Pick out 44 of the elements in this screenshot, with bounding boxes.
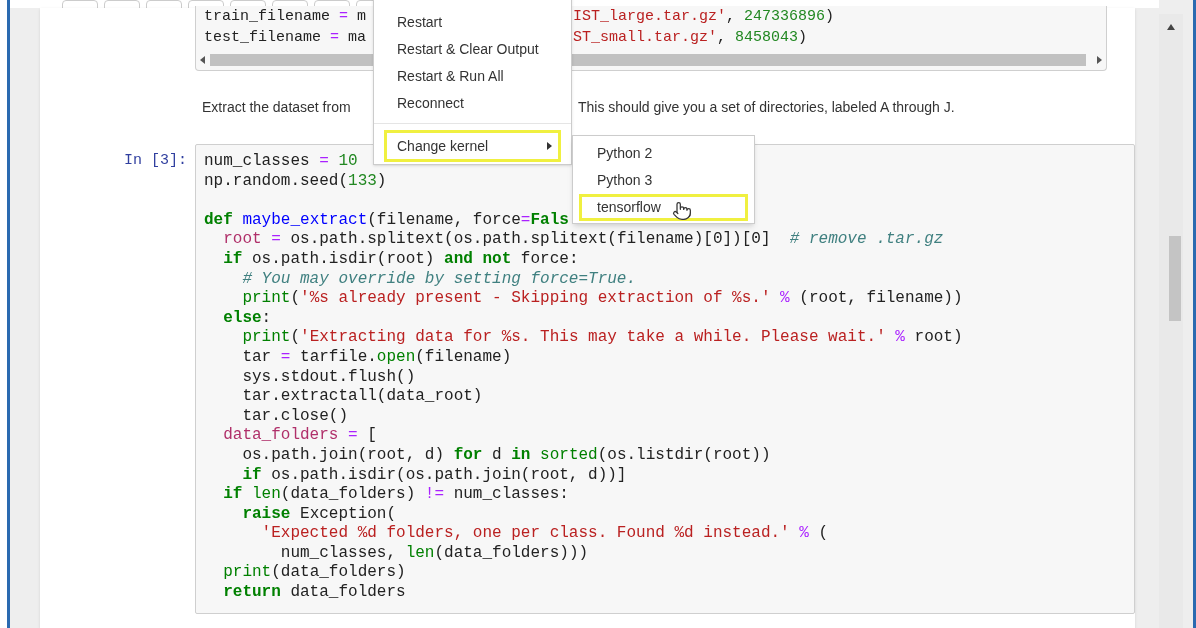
code-line: ST_small.tar.gz', 8458043) <box>573 28 808 48</box>
menu-item[interactable]: Restart & Run All <box>374 63 571 90</box>
markdown-text: This should give you a set of directories, labeled A through J. <box>578 98 955 117</box>
code-line: sys.stdout.flush() <box>241 367 416 386</box>
hand-cursor-icon <box>672 201 692 221</box>
code-line: if len(data_folders) != num_classes: <box>222 485 569 504</box>
markdown-text: Extract the dataset from <box>202 99 351 115</box>
code-line: data_folders = [ <box>222 426 377 445</box>
caret-icon <box>547 142 552 150</box>
code-line: def maybe_extract(filename, force=Fals <box>204 210 569 229</box>
code-line: tar = tarfile.open(filename) <box>241 347 512 366</box>
menu-item[interactable]: tensorflow <box>579 194 748 221</box>
code-line: np.random.seed(133) <box>204 171 387 190</box>
code-line: test_filename = ma <box>204 29 367 46</box>
code-line: 'Expected %d folders, one per class. Found %d instead.' % ( <box>260 524 829 543</box>
menu-item[interactable]: Restart & Clear Output <box>374 36 571 63</box>
right-arrow-icon[interactable] <box>1096 56 1102 64</box>
code-line: if os.path.isdir(os.path.join(root, d))] <box>241 465 627 484</box>
up-arrow-icon[interactable] <box>1167 24 1175 30</box>
menu-item[interactable]: Change kernel <box>384 130 561 162</box>
menu-item[interactable]: Python 3 <box>579 167 748 194</box>
code-line: os.path.join(root, d) for d in sorted(os.listdir(root)) <box>241 445 771 464</box>
code-line: raise Exception( <box>241 504 397 523</box>
code-line: if os.path.isdir(root) and not force: <box>222 249 579 268</box>
code-line: else: <box>222 308 272 327</box>
menu-item[interactable]: Reconnect <box>374 90 571 117</box>
code-line: num_classes = 10 <box>204 152 358 170</box>
code-line: print('Extracting data for %s. This may take a while. Please wait.' % root) <box>241 328 963 347</box>
code-line: print('%s already present - Skipping extraction of %s.' % (root, filename)) <box>241 289 963 308</box>
scrollbar-thumb[interactable] <box>1169 236 1181 321</box>
left-arrow-icon[interactable] <box>200 56 206 64</box>
menu-item[interactable]: Python 2 <box>579 140 748 167</box>
code-line: tar.close() <box>241 406 349 425</box>
code-line: # You may override by setting force=True. <box>241 269 637 288</box>
page-scrollbar[interactable] <box>1159 14 1183 628</box>
code-line: tar.extractall(data_root) <box>241 387 483 406</box>
code-line: return data_folders <box>222 583 406 602</box>
cell-prompt: In [3]: <box>124 151 187 171</box>
code-line: print(data_folders) <box>222 563 406 582</box>
menu-item[interactable]: Restart <box>374 9 571 36</box>
code-line: num_classes, len(data_folders))) <box>279 543 589 562</box>
code-line: train_filename = m <box>204 8 367 25</box>
code-line: root = os.path.splitext(os.path.splitext(filename)[0])[0] # remove .tar.gz <box>222 230 944 249</box>
code-line: IST_large.tar.gz', 247336896) <box>573 7 835 27</box>
